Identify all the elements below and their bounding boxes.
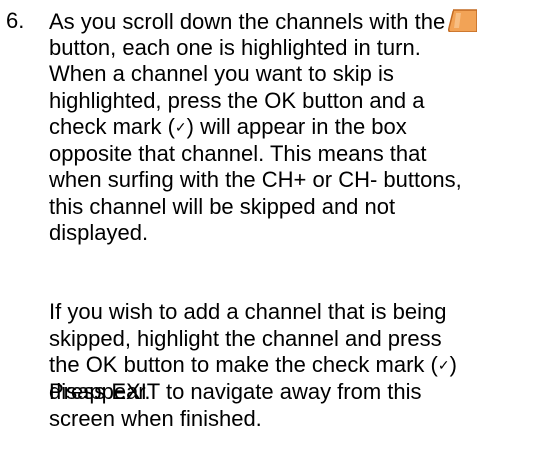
text-line-content: ) will appear in the box bbox=[186, 114, 407, 139]
paragraph-exit: Press EXIT to navigate away from this sc… bbox=[49, 379, 422, 432]
text-line-content: ) bbox=[449, 352, 457, 377]
paragraph-skip-channel: As you scroll down the channels with the… bbox=[49, 8, 478, 247]
down-arrow-button-shape bbox=[448, 9, 478, 33]
text-line: If you wish to add a channel that is bei… bbox=[49, 299, 447, 324]
step-number: 6. bbox=[6, 8, 25, 33]
text-line: the OK button to make the check mark (✓) bbox=[49, 352, 457, 379]
text-line: when surfing with the CH+ or CH- buttons… bbox=[49, 167, 462, 192]
text-line: check mark (✓) will appear in the box bbox=[49, 114, 477, 141]
text-line: opposite that channel. This means that bbox=[49, 140, 427, 166]
text-line: Press EXIT to navigate away from this bbox=[49, 379, 422, 404]
down-arrow-button-icon bbox=[447, 8, 478, 33]
text-line: As you scroll down the channels with the bbox=[49, 8, 478, 35]
text-line: this channel will be skipped and not bbox=[49, 193, 396, 219]
text-line-content: As you scroll down the channels with the bbox=[49, 9, 446, 34]
instruction-step: 6. As you scroll down the channels with … bbox=[0, 0, 555, 462]
text-line: button, each one is highlighted in turn. bbox=[49, 34, 421, 60]
text-line: highlighted, press the OK button and a bbox=[49, 87, 425, 113]
text-line: skipped, highlight the channel and press bbox=[49, 325, 442, 351]
text-line: screen when finished. bbox=[49, 405, 262, 431]
text-line-content: the OK button to make the check mark ( bbox=[49, 352, 438, 377]
text-line: displayed. bbox=[49, 220, 149, 245]
check-mark-icon: ✓ bbox=[174, 119, 187, 135]
text-line: When a channel you want to skip is bbox=[49, 61, 394, 86]
text-line-content: check mark ( bbox=[49, 114, 175, 139]
check-mark-icon: ✓ bbox=[437, 357, 450, 373]
